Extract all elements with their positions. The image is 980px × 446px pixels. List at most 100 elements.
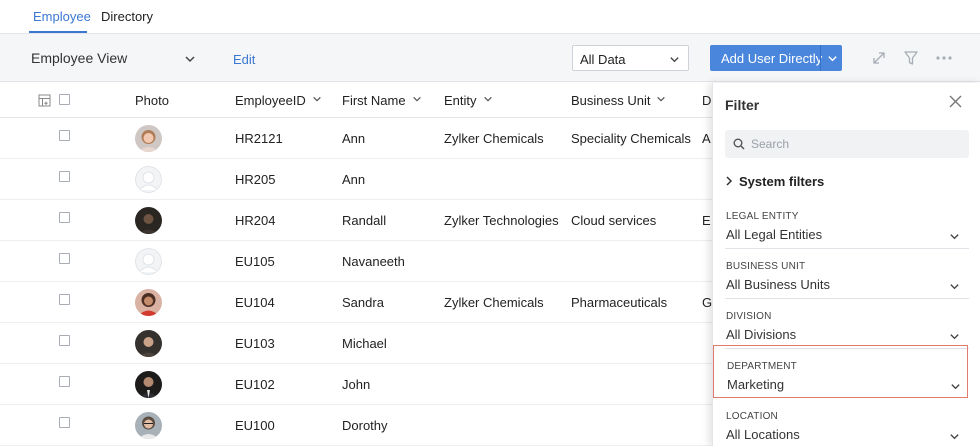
employee-id-cell[interactable]: EU104	[235, 295, 275, 310]
avatar[interactable]	[135, 248, 162, 275]
first-name-cell: Sandra	[342, 295, 384, 310]
select-all-checkbox[interactable]	[59, 94, 70, 105]
chevron-down-icon[interactable]	[950, 381, 961, 392]
chevron-down-icon	[412, 96, 421, 102]
entity-cell: Zylker Technologies	[444, 213, 559, 228]
avatar[interactable]	[135, 125, 162, 152]
column-header-first-name[interactable]: First Name	[342, 93, 422, 108]
filter-group-legal-entity[interactable]: LEGAL ENTITY All Legal Entities	[713, 203, 980, 253]
avatar[interactable]	[135, 412, 162, 439]
top-tabs: Employee Directory	[0, 0, 980, 34]
avatar[interactable]	[135, 289, 162, 316]
business-unit-cell: Speciality Chemicals	[571, 131, 691, 146]
row-checkbox[interactable]	[59, 171, 70, 182]
filter-group-department[interactable]: DEPARTMENT Marketing	[713, 345, 968, 398]
avatar[interactable]	[135, 330, 162, 357]
filter-icon[interactable]	[903, 50, 919, 66]
column-header-label: Entity	[444, 93, 477, 108]
chevron-down-icon[interactable]	[949, 431, 960, 442]
employee-id-cell[interactable]: HR205	[235, 172, 275, 187]
filter-group-value[interactable]: All Legal Entities	[726, 227, 822, 242]
tab-directory[interactable]: Directory	[101, 9, 153, 24]
column-header-label: First Name	[342, 93, 406, 108]
entity-cell: Zylker Chemicals	[444, 131, 544, 146]
search-icon	[733, 138, 745, 150]
filter-group-value[interactable]: All Locations	[726, 427, 800, 442]
row-checkbox[interactable]	[59, 417, 70, 428]
chevron-down-icon[interactable]	[949, 331, 960, 342]
business-unit-cell: Pharmaceuticals	[571, 295, 668, 310]
d-cell: E	[702, 213, 711, 228]
d-cell: G	[702, 295, 713, 310]
filter-group-label: DEPARTMENT	[727, 361, 797, 372]
filter-group-label: DIVISION	[726, 311, 772, 322]
column-header-label: EmployeeID	[235, 93, 306, 108]
row-checkbox[interactable]	[59, 212, 70, 223]
tab-employee[interactable]: Employee	[33, 9, 91, 24]
employee-id-cell[interactable]: EU100	[235, 418, 275, 433]
filter-search-input[interactable]	[751, 135, 961, 153]
chevron-down-icon[interactable]	[827, 53, 838, 64]
row-checkbox[interactable]	[59, 253, 70, 264]
avatar[interactable]	[135, 166, 162, 193]
first-name-cell: Ann	[342, 131, 366, 146]
system-filters-label: System filters	[739, 174, 825, 189]
employee-id-cell[interactable]: EU103	[235, 336, 275, 351]
divider	[725, 298, 969, 299]
first-name-cell: Navaneeth	[342, 254, 405, 269]
chevron-down-icon	[657, 96, 666, 102]
add-user-button[interactable]: Add User Directly	[710, 45, 842, 71]
column-header-business-unit[interactable]: Business Unit	[571, 93, 666, 108]
filter-group-value[interactable]: Marketing	[727, 377, 784, 392]
close-icon[interactable]	[949, 95, 962, 108]
chevron-down-icon[interactable]	[184, 53, 196, 65]
column-header-employeeid[interactable]: EmployeeID	[235, 93, 322, 108]
filter-panel-title: Filter	[725, 97, 760, 113]
avatar[interactable]	[135, 207, 162, 234]
business-unit-cell: Cloud services	[571, 213, 657, 228]
row-checkbox[interactable]	[59, 335, 70, 346]
filter-group-location[interactable]: LOCATION All Locations	[713, 403, 980, 446]
column-settings-icon[interactable]	[38, 94, 51, 107]
avatar[interactable]	[135, 371, 162, 398]
view-selector-label[interactable]: Employee View	[31, 50, 127, 66]
system-filters-toggle[interactable]: System filters	[725, 174, 824, 189]
button-divider	[820, 45, 821, 71]
filter-group-value[interactable]: All Business Units	[726, 277, 830, 292]
employee-id-cell[interactable]: HR204	[235, 213, 275, 228]
row-checkbox[interactable]	[59, 130, 70, 141]
d-cell: A	[702, 131, 711, 146]
employee-id-cell[interactable]: EU102	[235, 377, 275, 392]
expand-icon[interactable]	[871, 50, 887, 66]
filter-group-value[interactable]: All Divisions	[726, 327, 796, 342]
column-header-d[interactable]: D	[702, 93, 711, 108]
first-name-cell: Michael	[342, 336, 387, 351]
column-header-photo: Photo	[135, 93, 169, 108]
row-checkbox[interactable]	[59, 294, 70, 305]
column-header-label: Business Unit	[571, 93, 651, 108]
filter-group-label: LEGAL ENTITY	[726, 211, 799, 222]
filter-group-business-unit[interactable]: BUSINESS UNIT All Business Units	[713, 253, 980, 303]
chevron-down-icon	[670, 57, 679, 63]
row-checkbox[interactable]	[59, 376, 70, 387]
edit-view-link[interactable]: Edit	[233, 52, 255, 67]
first-name-cell: Dorothy	[342, 418, 388, 433]
employee-id-cell[interactable]: HR2121	[235, 131, 283, 146]
chevron-down-icon	[313, 96, 321, 102]
more-options-icon[interactable]	[936, 55, 952, 61]
employee-id-cell[interactable]: EU105	[235, 254, 275, 269]
filter-group-label: LOCATION	[726, 411, 778, 422]
entity-cell: Zylker Chemicals	[444, 295, 544, 310]
data-scope-value: All Data	[580, 52, 626, 67]
chevron-right-icon	[726, 176, 733, 186]
data-scope-select[interactable]: All Data	[572, 45, 689, 71]
filter-panel: Filter System filters LEGAL ENTITY All Le…	[712, 83, 980, 446]
chevron-down-icon[interactable]	[949, 281, 960, 292]
first-name-cell: John	[342, 377, 371, 392]
toolbar: Employee View Edit All Data Add User Dir…	[0, 34, 980, 82]
add-user-label: Add User Directly	[721, 51, 823, 66]
filter-search	[725, 130, 969, 158]
chevron-down-icon	[483, 96, 492, 102]
chevron-down-icon[interactable]	[949, 231, 960, 242]
column-header-entity[interactable]: Entity	[444, 93, 493, 108]
